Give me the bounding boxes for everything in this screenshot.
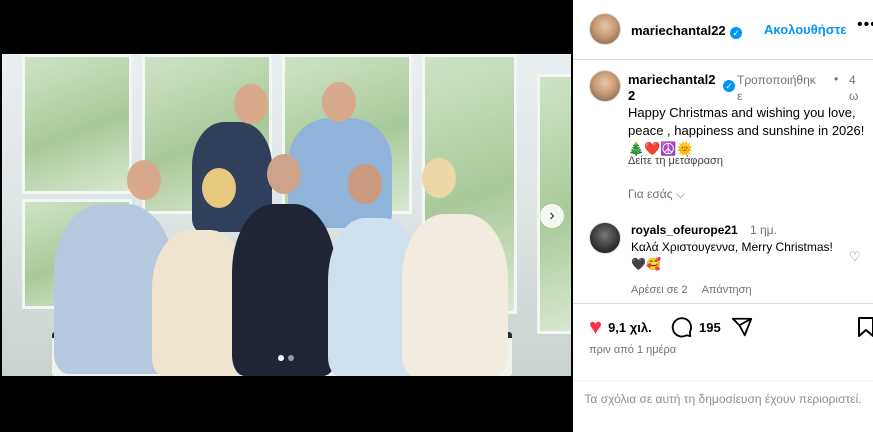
comment-bubble-icon[interactable] bbox=[671, 316, 693, 338]
like-action[interactable]: ♥ 9,1 χιλ. bbox=[589, 316, 652, 338]
see-translation-link[interactable]: Δείτε τη μετάφραση bbox=[628, 155, 723, 167]
comment-meta: Αρέσει σε 2 Απάντηση bbox=[631, 284, 752, 296]
author-username[interactable]: mariechantal22 bbox=[631, 23, 726, 38]
heart-filled-icon[interactable]: ♥ bbox=[589, 316, 602, 338]
post-date[interactable]: πριν από 1 ημέρα bbox=[589, 344, 676, 356]
share-send-icon[interactable] bbox=[731, 316, 753, 338]
chevron-down-icon: ⌵ bbox=[675, 187, 685, 201]
comment-username[interactable]: royals_ofeurope21 bbox=[631, 223, 738, 237]
caption-text: Happy Christmas and wishing you love, pe… bbox=[628, 104, 868, 158]
comment-action[interactable]: 195 bbox=[671, 316, 721, 338]
caption-time[interactable]: 4 ω bbox=[849, 72, 861, 104]
person-front-5-head bbox=[422, 158, 456, 198]
edited-line2: ε bbox=[737, 89, 743, 103]
for-you-label[interactable]: Για εσάς bbox=[628, 187, 673, 201]
post-header: mariechantal22 ✓ Ακολουθήστε ••• bbox=[573, 0, 873, 60]
more-horizontal-icon[interactable]: ••• bbox=[857, 16, 873, 34]
post-media: › bbox=[0, 0, 573, 432]
post-photo[interactable] bbox=[2, 54, 571, 376]
window-left bbox=[22, 54, 132, 194]
comment-time[interactable]: 1 ημ. bbox=[750, 223, 777, 237]
person-front-2-head bbox=[202, 168, 236, 208]
caption-username-line1[interactable]: mariechantal2 bbox=[628, 72, 715, 87]
caption-time-line1[interactable]: 4 bbox=[849, 73, 856, 87]
verified-badge-icon: ✓ bbox=[730, 27, 743, 39]
carousel-dots bbox=[278, 355, 294, 361]
person-front-4-head bbox=[348, 164, 382, 204]
caption-time-line2[interactable]: ω bbox=[849, 89, 858, 103]
caption-username-line2[interactable]: 2 bbox=[628, 88, 635, 103]
edited-label: Τροποποιήθηκ ε bbox=[737, 72, 816, 104]
edited-line1: Τροποποιήθηκ bbox=[737, 73, 816, 87]
likes-count[interactable]: 9,1 χιλ. bbox=[608, 320, 652, 335]
person-front-1-head bbox=[127, 160, 161, 200]
caption-author[interactable]: mariechantal2 2 bbox=[628, 72, 715, 104]
follow-button[interactable]: Ακολουθήστε bbox=[764, 22, 847, 37]
caption-body: Happy Christmas and wishing you love, pe… bbox=[628, 105, 865, 138]
caption-avatar[interactable] bbox=[589, 70, 621, 102]
actions-bar: ♥ 9,1 χιλ. 195 bbox=[573, 303, 873, 373]
for-you-dropdown[interactable]: Για εσάς ⌵ bbox=[628, 187, 685, 202]
carousel-dot bbox=[278, 355, 284, 361]
carousel-next-button[interactable]: › bbox=[540, 204, 564, 228]
person-back-left-head bbox=[234, 84, 268, 124]
author[interactable]: mariechantal22 ✓ bbox=[631, 22, 743, 40]
person-front-5 bbox=[402, 214, 508, 376]
person-front-3-head bbox=[267, 154, 301, 194]
person-front-3 bbox=[232, 204, 336, 376]
caption-emojis: 🎄❤️☮️🌞 bbox=[628, 141, 693, 156]
separator-dot: • bbox=[834, 72, 839, 86]
post-panel: mariechantal22 ✓ Ακολουθήστε ••• mariech… bbox=[573, 0, 873, 432]
comments-count[interactable]: 195 bbox=[699, 320, 721, 335]
comment-reply-button[interactable]: Απάντηση bbox=[702, 284, 752, 296]
caption-verified-badge-icon: ✓ bbox=[723, 80, 735, 92]
comment-avatar[interactable] bbox=[589, 222, 621, 254]
comments-restricted-notice: Τα σχόλια σε αυτή τη δημοσίευση έχουν πε… bbox=[573, 380, 873, 408]
comment-like-heart-icon[interactable]: ♡ bbox=[849, 249, 861, 265]
avatar[interactable] bbox=[589, 13, 621, 45]
comment-text: Καλά Χριστουγεννα, Merry Christmas! 🖤🥰 bbox=[631, 240, 833, 271]
bookmark-icon[interactable] bbox=[857, 316, 873, 338]
person-back-right-head bbox=[322, 82, 356, 122]
comment-likes-link[interactable]: Αρέσει σε 2 bbox=[631, 284, 688, 296]
carousel-dot bbox=[288, 355, 294, 361]
